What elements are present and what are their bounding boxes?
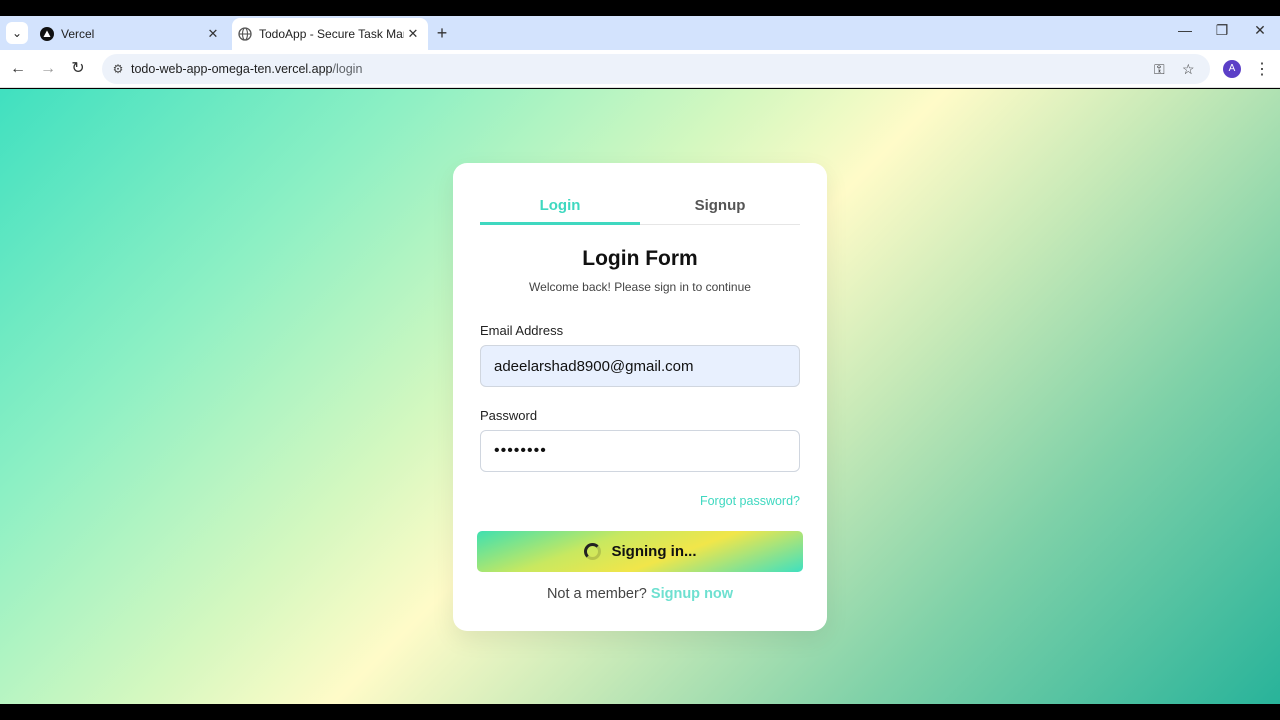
signin-button-label: Signing in... [611,543,697,560]
tab-strip: ⌄ Vercel ✕ TodoApp - Secure Task Manage … [0,16,1280,50]
minimize-icon[interactable]: — [1175,22,1195,38]
tab-signup[interactable]: Signup [640,197,800,214]
tab-login[interactable]: Login [480,197,640,214]
globe-icon [238,27,252,41]
tab-title: TodoApp - Secure Task Manage [259,27,404,41]
password-label: Password [480,408,538,423]
new-tab-button[interactable]: + [432,24,452,44]
letterbox-top [0,0,1280,16]
loading-spinner-icon [583,543,601,560]
signin-button[interactable]: Signing in... [477,531,803,572]
tab-vercel[interactable]: Vercel ✕ [34,18,228,50]
close-icon[interactable]: ✕ [404,26,422,42]
auth-card: Login Signup Login Form Welcome back! Pl… [453,163,827,631]
chevron-down-icon: ⌄ [11,26,23,40]
not-member-text: Not a member? [546,586,647,602]
menu-icon[interactable]: ⋮ [1254,59,1270,79]
forward-icon[interactable]: → [38,59,58,79]
restore-icon[interactable]: ❐ [1212,22,1232,39]
close-window-icon[interactable]: ✕ [1250,22,1270,39]
email-label: Email Address [480,323,564,338]
signup-prompt: Not a member? Signup now [453,586,827,602]
url-text[interactable]: todo-web-app-omega-ten.vercel.app/login [131,62,362,76]
reload-icon[interactable]: ↻ [68,59,88,79]
forgot-password-link[interactable]: Forgot password? [700,494,800,508]
letterbox-bottom [0,704,1280,720]
tab-search-button[interactable]: ⌄ [6,22,28,44]
vercel-icon [40,27,54,41]
active-tab-indicator [480,222,640,225]
tab-todoapp[interactable]: TodoApp - Secure Task Manage ✕ [232,18,428,50]
avatar[interactable]: A [1223,60,1241,78]
close-icon[interactable]: ✕ [204,26,222,42]
tab-title: Vercel [61,27,95,41]
key-icon[interactable]: ⚿ [1154,61,1165,78]
email-field[interactable]: adeelarshad8900@gmail.com [480,345,800,387]
form-title: Login Form [582,247,698,270]
password-field[interactable]: •••••••• [480,430,800,472]
navigation-bar: ← → ↻ ⚙ todo-web-app-omega-ten.vercel.ap… [0,50,1280,88]
back-icon[interactable]: ← [8,59,28,79]
site-info-icon[interactable]: ⚙ [110,61,126,77]
page-background: Login Signup Login Form Welcome back! Pl… [0,89,1280,704]
signup-now-link[interactable]: Signup now [651,586,733,602]
auth-tabs: Login Signup [480,197,800,225]
form-subtitle: Welcome back! Please sign in to continue [529,280,751,294]
address-bar[interactable]: ⚙ todo-web-app-omega-ten.vercel.app/logi… [102,54,1210,84]
star-icon[interactable]: ☆ [1182,61,1195,78]
